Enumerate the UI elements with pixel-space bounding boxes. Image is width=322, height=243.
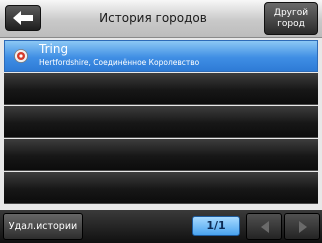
- footer-bar: Удал.истории 1/1: [0, 210, 322, 243]
- other-city-button[interactable]: Другой город: [264, 2, 318, 35]
- city-list: Tring Hertfordshire, Соединённое Королев…: [0, 38, 322, 208]
- list-item-empty: [4, 73, 318, 105]
- page-indicator: 1/1: [192, 216, 240, 236]
- triangle-left-icon: [261, 221, 269, 233]
- previous-page-button[interactable]: [246, 213, 282, 240]
- city-history-screen: История городов Другой город Tring Hertf…: [0, 0, 322, 243]
- header-bar: История городов Другой город: [0, 0, 322, 38]
- city-name: Tring: [39, 42, 69, 56]
- city-detail: Hertfordshire, Соединённое Королевство: [39, 58, 200, 67]
- next-page-button[interactable]: [284, 213, 320, 240]
- triangle-right-icon: [299, 221, 307, 233]
- list-item-empty: [4, 106, 318, 138]
- back-button[interactable]: [5, 5, 41, 31]
- location-pin-icon: [14, 49, 28, 63]
- list-item-empty: [4, 172, 318, 204]
- delete-history-button[interactable]: Удал.истории: [3, 213, 83, 240]
- page-title: История городов: [99, 11, 207, 25]
- list-item[interactable]: Tring Hertfordshire, Соединённое Королев…: [4, 40, 318, 72]
- list-item-empty: [4, 139, 318, 171]
- arrow-left-icon: [13, 11, 33, 25]
